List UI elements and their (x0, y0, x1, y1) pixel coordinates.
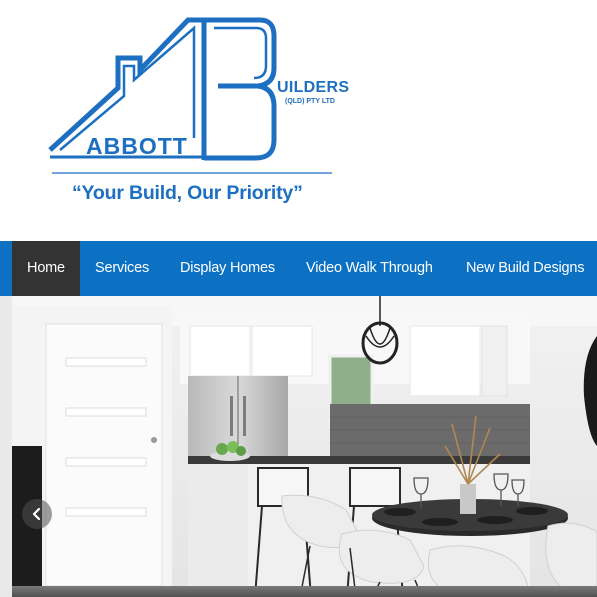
nav-item-label: New Build Designs (466, 260, 585, 276)
tagline: “Your Build, Our Priority” (72, 182, 303, 204)
logo-name-sub: (QLD) PTY LTD (285, 98, 335, 105)
logo-name-main: ABBOTT (86, 133, 188, 159)
nav-item-label: Video Walk Through (306, 260, 433, 276)
nav-item-new-build-designs[interactable]: New Build Designs (452, 241, 597, 296)
slider-prev-button[interactable] (22, 499, 52, 529)
chevron-left-icon (32, 507, 41, 521)
site-header: ABBOTT UILDERS (QLD) PTY LTD “Your Build… (0, 0, 597, 241)
nav-item-home[interactable]: Home (12, 241, 80, 296)
main-navigation: Home Services Display Homes Video Walk T… (0, 241, 597, 296)
nav-item-display-homes[interactable]: Display Homes (166, 241, 289, 296)
nav-item-label: Display Homes (180, 260, 275, 276)
hero-image (0, 296, 597, 597)
logo-name-suffix: UILDERS (277, 79, 350, 96)
nav-item-video-walk-through[interactable]: Video Walk Through (292, 241, 447, 296)
nav-item-services[interactable]: Services (81, 241, 163, 296)
nav-item-label: Services (95, 260, 149, 276)
nav-item-label: Home (27, 260, 65, 276)
hero-slider (0, 296, 597, 597)
